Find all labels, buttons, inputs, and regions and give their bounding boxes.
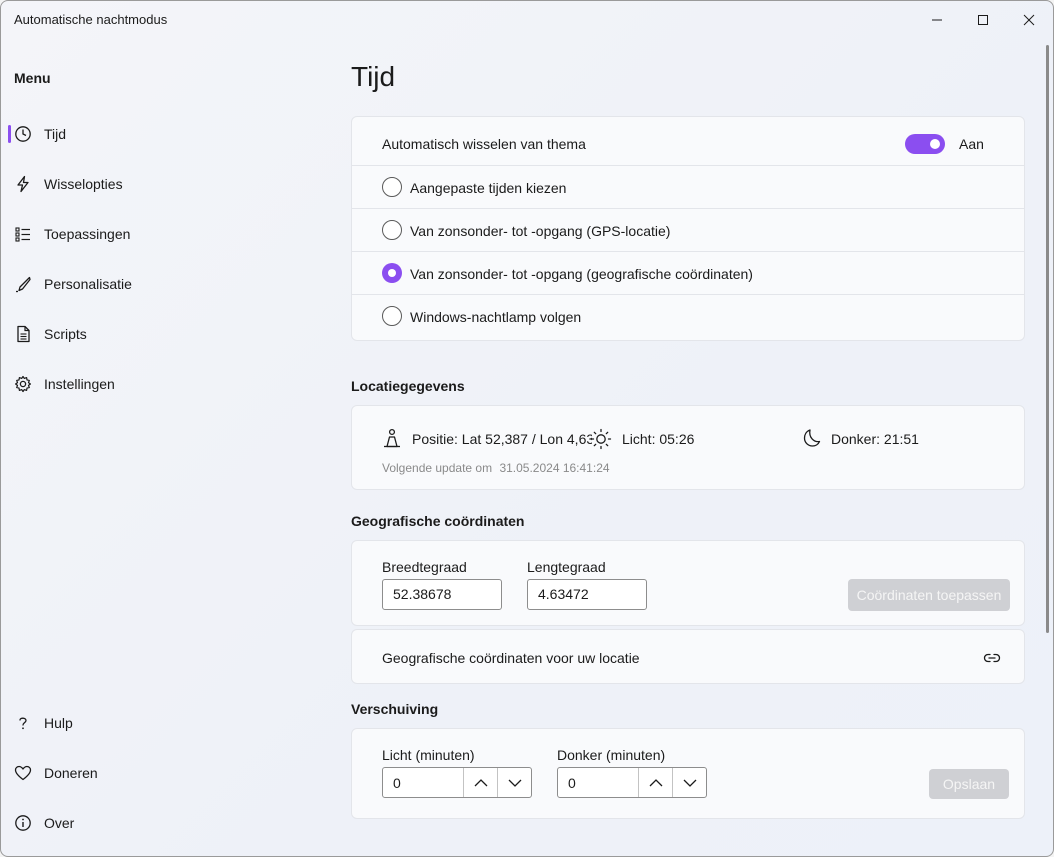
sidebar-item-label: Doneren — [44, 765, 98, 781]
gear-icon — [14, 375, 32, 393]
auto-switch-label: Automatisch wisselen van thema — [382, 136, 586, 152]
light-increment-button[interactable] — [463, 768, 497, 797]
sidebar-item-instellingen[interactable]: Instellingen — [6, 365, 326, 403]
radio-geo-coordinates[interactable] — [382, 263, 402, 283]
sidebar-item-doneren[interactable]: Doneren — [6, 754, 326, 792]
radio-gps[interactable] — [382, 220, 402, 240]
light-minutes-label: Licht (minuten) — [382, 747, 475, 763]
next-update-value: 31.05.2024 16:41:24 — [499, 461, 610, 475]
scrollbar-thumb[interactable] — [1046, 45, 1049, 633]
offset-section-title: Verschuiving — [351, 701, 439, 717]
longitude-input[interactable]: 4.63472 — [527, 579, 647, 610]
option-label: Van zonsonder- tot -opgang (geografische… — [410, 266, 753, 282]
auto-switch-toggle[interactable] — [905, 134, 945, 154]
location-person-icon — [384, 428, 400, 448]
save-button[interactable]: Opslaan — [929, 769, 1009, 799]
option-label: Windows-nachtlamp volgen — [410, 309, 582, 325]
close-icon — [1023, 14, 1035, 26]
brush-icon — [14, 275, 32, 293]
dark-increment-button[interactable] — [638, 768, 672, 797]
coordinates-link-label: Geografische coördinaten voor uw locatie — [382, 650, 640, 666]
sidebar-item-label: Over — [44, 815, 75, 831]
document-icon — [14, 325, 32, 343]
sidebar-item-toepassingen[interactable]: Toepassingen — [6, 215, 326, 253]
latitude-input[interactable]: 52.38678 — [382, 579, 502, 610]
page-title: Tijd — [351, 61, 396, 92]
option-row-gps[interactable]: Van zonsonder- tot -opgang (GPS-locatie) — [352, 208, 1024, 251]
lightning-icon — [14, 175, 32, 193]
option-label: Aangepaste tijden kiezen — [410, 180, 567, 196]
selection-indicator — [8, 125, 11, 143]
latitude-label: Breedtegraad — [382, 559, 467, 575]
theme-switch-card: Automatisch wisselen van thema Aan Aange… — [351, 116, 1025, 341]
sun-icon — [590, 428, 612, 450]
next-update-label: Volgende update om 31.05.2024 16:41:24 — [382, 461, 610, 475]
maximize-icon — [978, 15, 988, 25]
location-card: Positie: Lat 52,387 / Lon 4,635 Licht: 0… — [351, 405, 1025, 490]
dark-minutes-stepper[interactable]: 0 — [557, 767, 707, 798]
location-section-title: Locatiegegevens — [351, 378, 465, 394]
sidebar-item-label: Wisselopties — [44, 176, 123, 192]
coordinates-card: Breedtegraad 52.38678 Lengtegraad 4.6347… — [351, 540, 1025, 626]
clock-icon — [14, 125, 32, 143]
apply-coordinates-button[interactable]: Coördinaten toepassen — [848, 579, 1010, 611]
sidebar-item-label: Personalisatie — [44, 276, 132, 292]
sidebar-item-label: Scripts — [44, 326, 87, 342]
heart-icon — [14, 764, 32, 782]
sidebar-item-personalisatie[interactable]: Personalisatie — [6, 265, 326, 303]
light-time: Licht: 05:26 — [622, 431, 695, 447]
dark-minutes-label: Donker (minuten) — [557, 747, 666, 763]
sidebar-item-label: Tijd — [44, 126, 67, 142]
title-bar[interactable]: Automatische nachtmodus — [1, 1, 1053, 39]
next-update-label-text: Volgende update om — [382, 461, 493, 475]
coordinates-section-title: Geografische coördinaten — [351, 513, 525, 529]
coordinates-link-card[interactable]: Geografische coördinaten voor uw locatie — [351, 629, 1025, 684]
app-window: Automatische nachtmodus Menu Tijd Wissel… — [0, 0, 1054, 857]
chevron-up-icon — [649, 778, 662, 786]
sidebar-item-scripts[interactable]: Scripts — [6, 315, 326, 353]
question-icon — [14, 714, 32, 732]
minimize-icon — [932, 19, 942, 21]
dark-time: Donker: 21:51 — [831, 431, 919, 447]
dark-decrement-button[interactable] — [672, 768, 706, 797]
offset-card: Licht (minuten) 0 Donker (minuten) 0 Ops… — [351, 728, 1025, 819]
sidebar-item-label: Toepassingen — [44, 226, 131, 242]
option-row-geo-coordinates[interactable]: Van zonsonder- tot -opgang (geografische… — [352, 251, 1024, 294]
close-button[interactable] — [1006, 1, 1052, 39]
option-row-night-light[interactable]: Windows-nachtlamp volgen — [352, 294, 1024, 341]
moon-icon — [803, 429, 821, 447]
minimize-button[interactable] — [914, 1, 960, 39]
radio-night-light[interactable] — [382, 306, 402, 326]
chevron-up-icon — [474, 778, 487, 786]
sidebar-item-over[interactable]: Over — [6, 804, 326, 842]
option-row-custom-times[interactable]: Aangepaste tijden kiezen — [352, 165, 1024, 208]
light-minutes-value: 0 — [393, 775, 401, 791]
light-decrement-button[interactable] — [497, 768, 531, 797]
list-icon — [14, 225, 32, 243]
link-icon — [983, 653, 1001, 663]
longitude-label: Lengtegraad — [527, 559, 606, 575]
maximize-button[interactable] — [960, 1, 1006, 39]
info-icon — [14, 814, 32, 832]
sidebar-item-wisselopties[interactable]: Wisselopties — [6, 165, 326, 203]
option-label: Van zonsonder- tot -opgang (GPS-locatie) — [410, 223, 671, 239]
sidebar-item-tijd[interactable]: Tijd — [6, 115, 326, 153]
sidebar-item-label: Instellingen — [44, 376, 115, 392]
chevron-down-icon — [683, 779, 696, 787]
window-title: Automatische nachtmodus — [14, 12, 168, 27]
dark-minutes-value: 0 — [568, 775, 576, 791]
sidebar-item-hulp[interactable]: Hulp — [6, 704, 326, 742]
radio-custom-times[interactable] — [382, 177, 402, 197]
light-minutes-stepper[interactable]: 0 — [382, 767, 532, 798]
chevron-down-icon — [508, 779, 521, 787]
sidebar-item-label: Hulp — [44, 715, 73, 731]
menu-title: Menu — [14, 70, 51, 86]
position-text: Positie: Lat 52,387 / Lon 4,635 — [412, 431, 592, 447]
toggle-state-label: Aan — [959, 136, 984, 152]
